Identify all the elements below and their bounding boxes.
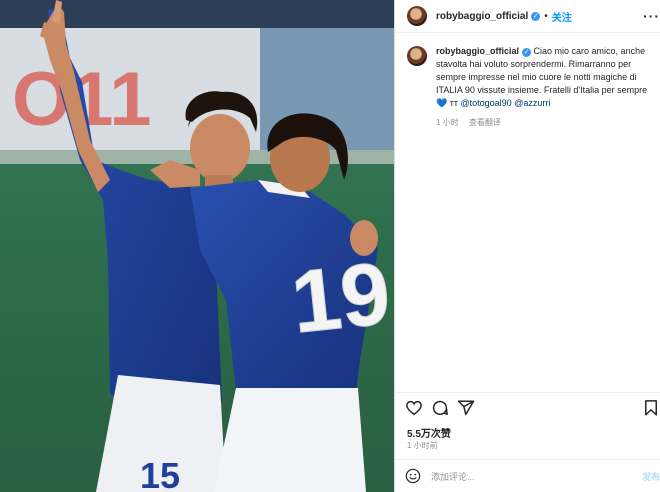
post-image: O11 15 <box>0 0 394 492</box>
emoji-icon[interactable] <box>405 468 421 484</box>
like-count[interactable]: 5.5万次赞 <box>407 425 451 440</box>
post-comment-button[interactable]: 发布 <box>642 470 660 483</box>
post-photo[interactable]: O11 15 <box>0 0 394 492</box>
avatar[interactable] <box>407 6 427 26</box>
instagram-post: O11 15 <box>0 0 660 492</box>
caption-avatar[interactable] <box>407 46 427 66</box>
follow-button[interactable]: 关注 <box>552 9 572 24</box>
caption-trailing: ᴛᴛ <box>449 98 458 108</box>
more-horizontal-icon[interactable]: ··· <box>643 8 660 24</box>
post-caption: robybaggio_official ✓ Ciao mio caro amico… <box>395 33 660 129</box>
action-bar <box>395 392 660 423</box>
separator-dot: • <box>544 10 548 22</box>
comment-icon[interactable] <box>431 399 449 417</box>
verified-badge-icon: ✓ <box>531 11 541 21</box>
caption-meta: 1 小时 查看翻译 <box>436 116 658 129</box>
caption-body: robybaggio_official ✓ Ciao mio caro amico… <box>436 45 658 129</box>
mention-link[interactable]: @azzurri <box>514 98 550 108</box>
see-translation-link[interactable]: 查看翻译 <box>469 118 501 127</box>
blue-heart-icon: 💙 <box>436 98 448 108</box>
bookmark-icon[interactable] <box>642 399 660 417</box>
mention-link[interactable]: @totogoal90 <box>461 98 512 108</box>
caption-username[interactable]: robybaggio_official <box>436 46 519 56</box>
jersey-number: 19 <box>287 243 394 352</box>
header-username[interactable]: robybaggio_official <box>436 11 528 22</box>
post-header: robybaggio_official ✓ • 关注 ··· <box>395 0 660 33</box>
shorts-number: 15 <box>140 455 180 492</box>
caption-verified-icon: ✓ <box>522 48 532 57</box>
share-icon[interactable] <box>457 399 475 417</box>
post-time: 1 小时前 <box>407 441 438 450</box>
heart-icon[interactable] <box>405 399 423 417</box>
comment-input[interactable]: 添加评论... <box>431 470 475 483</box>
post-sidebar: robybaggio_official ✓ • 关注 ··· robybaggi… <box>394 0 660 492</box>
comment-box: 添加评论... 发布 <box>395 459 660 492</box>
caption-time: 1 小时 <box>436 118 459 127</box>
